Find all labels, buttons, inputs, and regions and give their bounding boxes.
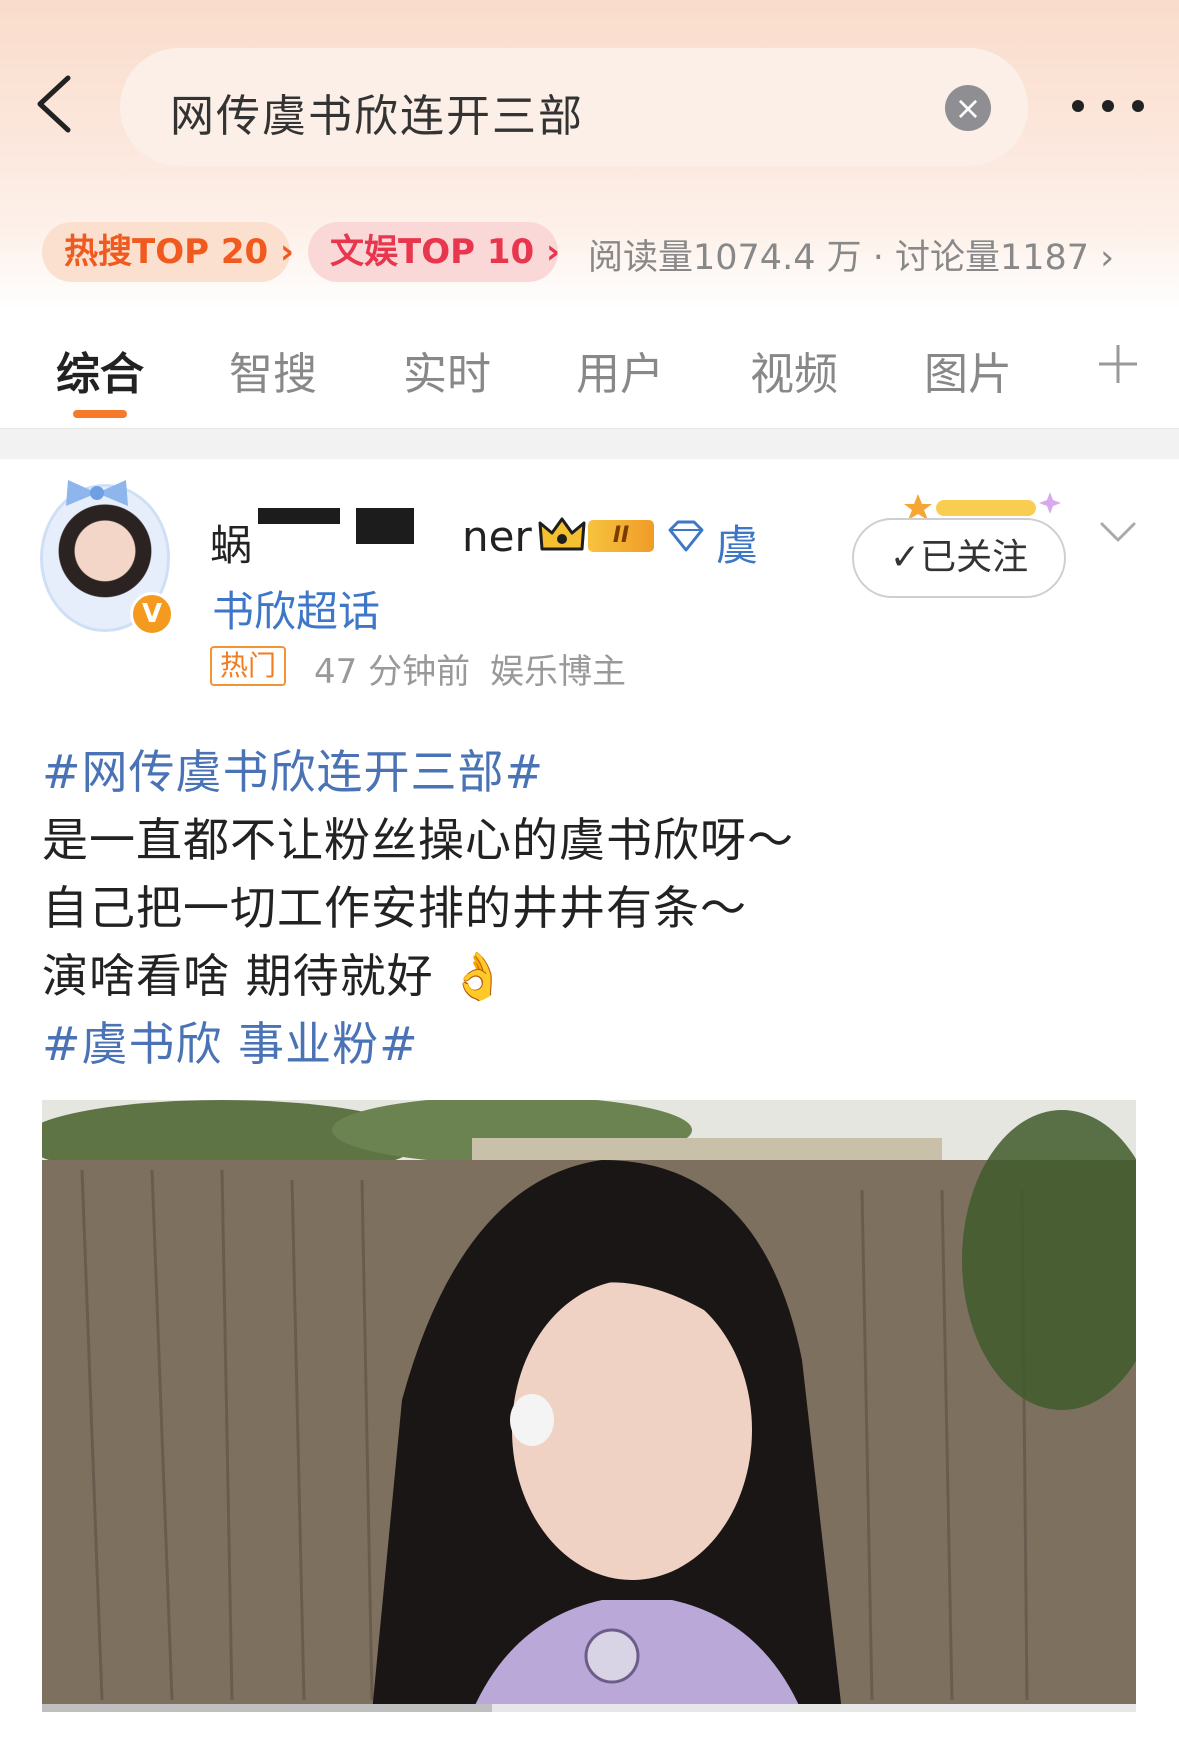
topic-hashtag-link[interactable]: #虞书欣 事业粉#: [42, 1008, 419, 1074]
follow-button[interactable]: ✓已关注: [852, 518, 1066, 598]
username-end[interactable]: ner: [462, 512, 532, 561]
plus-icon[interactable]: [1097, 343, 1139, 385]
topic-hashtag-link[interactable]: #网传虞书欣连开三部#: [42, 736, 544, 802]
post-image[interactable]: [42, 1100, 1136, 1712]
post-time: 47 分钟前: [314, 652, 471, 692]
image-scroll-thumb[interactable]: [42, 1704, 492, 1712]
photo-illustration: [42, 1100, 1136, 1712]
hot-search-rank-chip[interactable]: 热搜TOP 20 ›: [42, 222, 294, 282]
tab-smart-search[interactable]: 智搜: [229, 338, 317, 402]
level-badge: II: [588, 520, 654, 552]
entertainment-rank-chip[interactable]: 文娱TOP 10 ›: [308, 222, 560, 282]
redaction-block: [258, 524, 340, 560]
active-tab-indicator: [73, 410, 127, 418]
super-topic-link[interactable]: 虞: [716, 512, 758, 573]
tab-users[interactable]: 用户: [576, 338, 664, 402]
author-role: 娱乐博主: [490, 652, 626, 692]
tab-images[interactable]: 图片: [924, 338, 1012, 402]
back-icon[interactable]: [30, 72, 78, 136]
ok-hand-emoji: 👌: [449, 949, 508, 1003]
super-topic-link[interactable]: 书欣超话: [212, 578, 380, 639]
post-text-line: 是一直都不让粉丝操心的虞书欣呀～: [42, 813, 794, 867]
chevron-down-icon[interactable]: [1098, 518, 1138, 548]
bow-decoration-icon: [66, 480, 128, 506]
username-start[interactable]: 蜗: [210, 512, 252, 573]
tab-videos[interactable]: 视频: [750, 338, 838, 402]
search-query-text[interactable]: 网传虞书欣连开三部: [170, 80, 584, 144]
more-icon[interactable]: [1066, 86, 1156, 126]
tab-comprehensive[interactable]: 综合: [56, 338, 144, 402]
topic-stats-link[interactable]: 阅读量1074.4 万 · 讨论量1187 ›: [588, 229, 1114, 280]
section-divider: [0, 428, 1179, 459]
redaction-block: [356, 508, 414, 544]
diamond-icon: [668, 520, 704, 552]
clear-icon[interactable]: ×: [945, 85, 991, 131]
hot-badge: 热门: [210, 646, 287, 686]
verified-icon: V: [130, 592, 174, 636]
post-text-line: 自己把一切工作安排的井井有条～: [42, 881, 747, 935]
post-text-line: 演啥看啥 期待就好 👌: [42, 949, 508, 1003]
crown-icon: [538, 517, 586, 551]
tab-realtime[interactable]: 实时: [403, 338, 491, 402]
